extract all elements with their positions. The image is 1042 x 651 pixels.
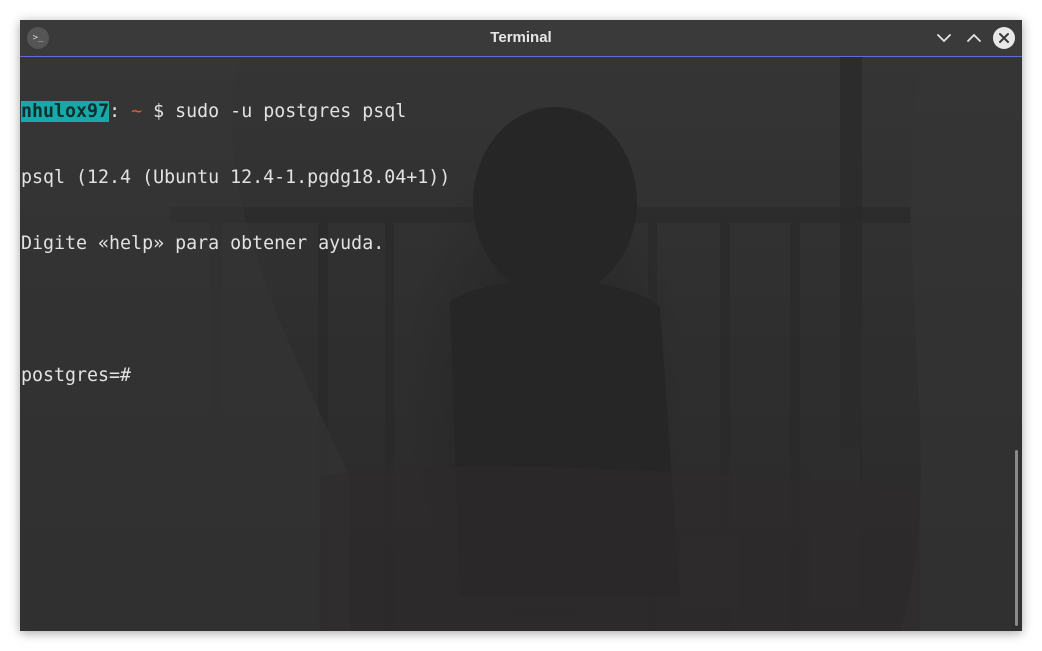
prompt-separator: : xyxy=(109,101,121,122)
prompt-path: ~ xyxy=(131,101,143,122)
window-title: Terminal xyxy=(490,29,552,46)
minimize-button[interactable] xyxy=(933,27,955,49)
chevron-up-icon xyxy=(967,34,981,42)
command-line: nhulox97: ~ $ sudo -u postgres psql xyxy=(21,101,450,123)
close-button[interactable] xyxy=(993,27,1015,49)
terminal-area[interactable]: nhulox97: ~ $ sudo -u postgres psql psql… xyxy=(20,57,1022,631)
scrollbar[interactable] xyxy=(1015,450,1018,626)
command-text: sudo -u postgres psql xyxy=(175,101,407,122)
terminal-output: nhulox97: ~ $ sudo -u postgres psql psql… xyxy=(21,57,450,431)
prompt-user: nhulox97 xyxy=(21,101,110,122)
title-bar[interactable]: >_ Terminal xyxy=(20,20,1022,57)
close-icon xyxy=(999,33,1009,43)
output-line: psql (12.4 (Ubuntu 12.4-1.pgdg18.04+1)) xyxy=(21,167,451,188)
psql-prompt[interactable]: postgres=# xyxy=(21,365,450,387)
output-line: Digite «help» para obtener ayuda. xyxy=(21,233,385,254)
maximize-button[interactable] xyxy=(963,27,985,49)
prompt-symbol: $ xyxy=(153,101,165,122)
terminal-window: >_ Terminal nhulox97: ~ $ sudo -u postgr… xyxy=(20,20,1022,631)
chevron-down-icon xyxy=(937,34,951,42)
